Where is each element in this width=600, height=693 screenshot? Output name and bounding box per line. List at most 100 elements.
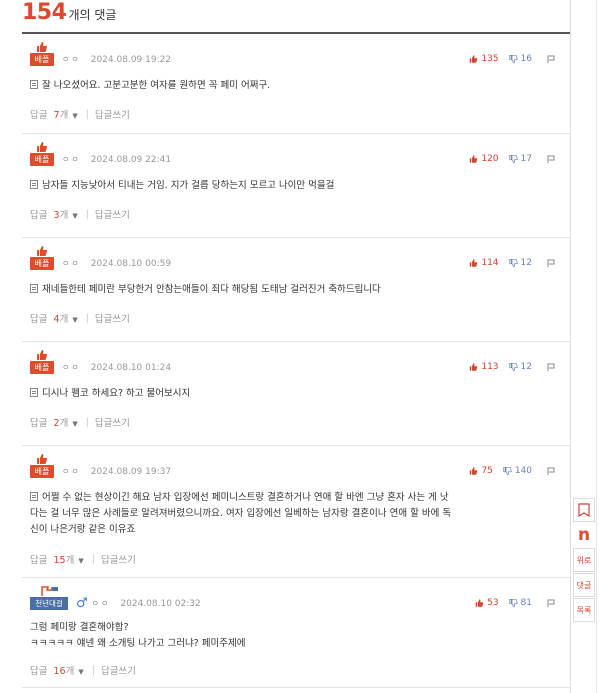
list-button[interactable]: 목록 xyxy=(573,598,595,622)
downvote-count: 140 xyxy=(514,466,532,476)
write-reply-link[interactable]: 답글쓰기 xyxy=(95,311,130,325)
document-icon xyxy=(30,180,38,189)
comment-votes: 114 12 xyxy=(469,258,556,268)
divider: | xyxy=(91,553,95,565)
thumbs-up-icon xyxy=(470,259,478,267)
write-reply-link[interactable]: 답글쓰기 xyxy=(95,207,130,221)
downvote-button[interactable]: 81 xyxy=(508,598,532,608)
divider: | xyxy=(85,416,89,428)
upvote-button[interactable]: 75 xyxy=(469,466,493,476)
comment-count-suffix: 개의 댓글 xyxy=(68,8,117,22)
downvote-button[interactable]: 140 xyxy=(503,466,532,476)
downvote-button[interactable]: 12 xyxy=(508,362,532,372)
best-badge-label: 베플 xyxy=(30,465,54,478)
upvote-button[interactable]: 120 xyxy=(469,154,499,164)
comment-meta: ♂ ㅇㅇ 2024.08.10 02:32 xyxy=(76,595,201,611)
report-icon[interactable] xyxy=(546,362,556,372)
best-badge-label: 베플 xyxy=(30,361,54,374)
downvote-count: 16 xyxy=(520,54,532,64)
caret-down-icon: ▼ xyxy=(78,668,84,676)
report-icon[interactable] xyxy=(546,598,556,608)
downvote-button[interactable]: 17 xyxy=(508,154,532,164)
best-badge: 베플 xyxy=(30,454,54,480)
report-icon[interactable] xyxy=(546,154,556,164)
author-name[interactable]: ㅇㅇ xyxy=(62,466,81,477)
upvote-button[interactable]: 114 xyxy=(469,258,499,268)
nate-logo-button[interactable]: n xyxy=(573,523,595,547)
document-icon xyxy=(30,388,38,397)
thumbs-down-icon xyxy=(508,55,518,63)
comment-meta: ㅇㅇ 2024.08.10 01:24 xyxy=(62,362,171,373)
comment-votes: 113 12 xyxy=(469,362,556,372)
comment-date: 2024.08.10 01:24 xyxy=(90,362,172,373)
best-badge-label: 베플 xyxy=(30,53,54,66)
comment-body: 어쩔 수 없는 현상이긴 해요 남자 입장에선 페미니스트랑 결혼하거나 연애 … xyxy=(30,492,452,535)
upvote-button[interactable]: 53 xyxy=(475,598,499,608)
best-badge: 베플 xyxy=(30,142,54,168)
document-icon xyxy=(30,492,38,501)
upvote-button[interactable]: 135 xyxy=(469,54,499,64)
downvote-button[interactable]: 16 xyxy=(508,54,532,64)
reply-toggle[interactable]: 답글 16개 ▼ xyxy=(30,663,84,677)
upvote-count: 135 xyxy=(481,54,499,64)
reply-toggle[interactable]: 답글 2개 ▼ xyxy=(30,415,78,429)
best-badge-label: 베플 xyxy=(30,257,54,270)
comment-count-header: 154 개의 댓글 xyxy=(22,0,116,34)
write-reply-link[interactable]: 답글쓰기 xyxy=(95,107,130,121)
comment-body: 디시나 펨코 하세요? 하고 물어보시지 xyxy=(30,386,562,402)
author-name[interactable]: ㅇㅇ xyxy=(62,258,81,269)
caret-down-icon: ▼ xyxy=(72,212,78,220)
downvote-button[interactable]: 12 xyxy=(508,258,532,268)
comment-date: 2024.08.10 00:59 xyxy=(90,258,172,269)
flag-icon xyxy=(41,586,58,596)
best-badge: 베플 xyxy=(30,246,54,272)
upvote-count: 114 xyxy=(481,258,499,268)
thumbs-up-icon xyxy=(37,454,48,464)
side-toolbar: n 위로 댓글 목록 xyxy=(573,498,597,623)
reply-row: 답글 15개 ▼ | 답글쓰기 xyxy=(30,552,136,567)
thumbs-up-icon xyxy=(470,55,478,63)
reply-row: 답글 4개 ▼ | 답글쓰기 xyxy=(30,311,130,326)
divider: | xyxy=(85,108,89,120)
document-icon xyxy=(30,80,38,89)
report-icon[interactable] xyxy=(546,466,556,476)
write-reply-link[interactable]: 답글쓰기 xyxy=(95,415,130,429)
upvote-count: 75 xyxy=(481,466,493,476)
author-name[interactable]: ㅇㅇ xyxy=(62,154,81,165)
thumbs-up-icon xyxy=(37,142,48,152)
rank-badge-label: 천년대걸 xyxy=(30,597,68,610)
scroll-top-button[interactable]: 위로 xyxy=(573,548,595,572)
write-reply-link[interactable]: 답글쓰기 xyxy=(101,663,136,677)
content-border xyxy=(570,0,571,693)
report-icon[interactable] xyxy=(546,258,556,268)
author-name[interactable]: ㅇㅇ xyxy=(62,362,81,373)
comment-votes: 75 140 xyxy=(469,466,556,476)
bookmark-icon xyxy=(578,503,590,517)
comment-votes: 53 81 xyxy=(475,598,556,608)
author-name[interactable]: ㅇㅇ xyxy=(62,54,81,65)
upvote-button[interactable]: 113 xyxy=(469,362,499,372)
upvote-count: 120 xyxy=(481,154,499,164)
report-icon[interactable] xyxy=(546,54,556,64)
reply-toggle[interactable]: 답글 3개 ▼ xyxy=(30,207,78,221)
document-icon xyxy=(30,284,38,293)
reply-row: 답글 3개 ▼ | 답글쓰기 xyxy=(30,207,130,222)
comment-votes: 120 17 xyxy=(469,154,556,164)
male-icon: ♂ xyxy=(76,595,88,611)
comment-date: 2024.08.09 22:41 xyxy=(90,154,172,165)
reply-toggle[interactable]: 답글 15개 ▼ xyxy=(30,552,84,566)
comment-list: 베플 ㅇㅇ 2024.08.09 19:22 135 16 잘 나오셨어요. 고… xyxy=(22,34,570,688)
downvote-count: 12 xyxy=(520,258,532,268)
scroll-comments-button[interactable]: 댓글 xyxy=(573,573,595,597)
best-badge: 베플 xyxy=(30,350,54,376)
bookmark-button[interactable] xyxy=(573,498,595,522)
author-name[interactable]: ㅇㅇ xyxy=(92,598,111,609)
write-reply-link[interactable]: 답글쓰기 xyxy=(101,552,136,566)
comment-item: 천년대걸 ♂ ㅇㅇ 2024.08.10 02:32 53 81 그럼 페미랑 … xyxy=(22,578,570,688)
reply-toggle[interactable]: 답글 7개 ▼ xyxy=(30,107,78,121)
rank-badge: 천년대걸 xyxy=(30,586,70,612)
thumbs-down-icon xyxy=(508,259,518,267)
reply-toggle[interactable]: 답글 4개 ▼ xyxy=(30,311,78,325)
comment-meta: ㅇㅇ 2024.08.09 19:22 xyxy=(62,54,171,65)
caret-down-icon: ▼ xyxy=(72,420,78,428)
